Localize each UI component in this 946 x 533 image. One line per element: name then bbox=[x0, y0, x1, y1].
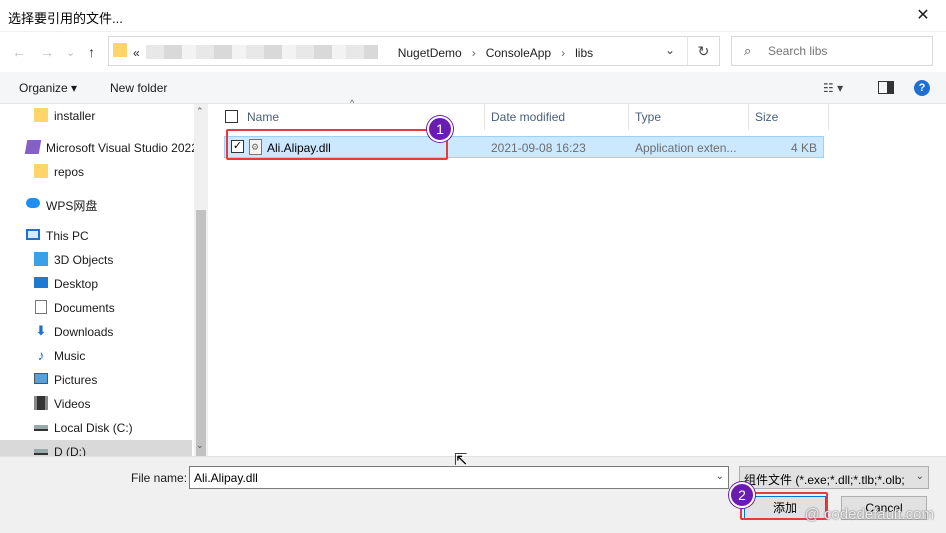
file-type-select[interactable]: 组件文件 (*.exe;*.dll;*.tlb;*.olb; ⌄ bbox=[739, 466, 929, 489]
sidebar-item-3d-objects[interactable]: 3D Objects bbox=[0, 248, 192, 272]
visual-studio-icon bbox=[24, 140, 42, 154]
column-type[interactable]: Type bbox=[629, 104, 749, 130]
file-name-label: File name: bbox=[131, 471, 188, 485]
folder-icon bbox=[34, 108, 48, 122]
column-size[interactable]: Size bbox=[749, 104, 829, 130]
sidebar-item-label: Documents bbox=[54, 301, 115, 315]
folder-icon bbox=[34, 164, 48, 178]
highlight-box-file bbox=[226, 129, 448, 160]
sidebar-item-label: WPS网盘 bbox=[46, 199, 98, 213]
sidebar-item-label: D (D:) bbox=[54, 445, 86, 456]
column-name-label: Name bbox=[247, 110, 280, 124]
sidebar-item-label: Desktop bbox=[54, 277, 99, 291]
window-title: 选择要引用的文件... bbox=[8, 11, 123, 26]
title-bar: 选择要引用的文件... ✕ bbox=[0, 0, 946, 32]
computer-icon bbox=[26, 229, 40, 240]
videos-icon bbox=[34, 396, 48, 410]
sidebar-scrollbar[interactable]: ⌃ ⌄ bbox=[194, 104, 208, 468]
preview-pane-icon[interactable] bbox=[878, 81, 894, 94]
sidebar-item-label: This PC bbox=[46, 229, 89, 243]
column-header: ^ Name Date modified Type Size bbox=[212, 98, 829, 130]
pictures-icon bbox=[34, 373, 48, 384]
documents-icon bbox=[35, 300, 47, 314]
select-all-checkbox[interactable] bbox=[225, 110, 238, 123]
sidebar-item-label: installer bbox=[54, 109, 96, 123]
sidebar-item-this-pc[interactable]: This PC bbox=[0, 224, 192, 248]
scroll-down-icon[interactable]: ⌄ bbox=[196, 440, 204, 451]
sidebar-item-music[interactable]: ♪ Music bbox=[0, 344, 192, 368]
command-toolbar: Organize ▾ New folder ☷ ▾ ? bbox=[0, 72, 946, 104]
sidebar-item-repos[interactable]: repos bbox=[0, 160, 192, 184]
chevron-down-icon[interactable]: ⌄ bbox=[916, 471, 924, 482]
download-icon: ⬇ bbox=[35, 323, 47, 338]
folder-icon bbox=[113, 43, 127, 57]
chevron-down-icon[interactable]: ⌄ bbox=[665, 43, 675, 57]
sidebar-item-label: repos bbox=[54, 165, 85, 179]
breadcrumb-consoleapp[interactable]: ConsoleApp bbox=[486, 46, 551, 60]
watermark: @ codedefault.com bbox=[804, 506, 934, 523]
address-bar[interactable]: « NugetDemo › ConsoleApp › libs ⌄ ↻ bbox=[108, 36, 720, 66]
search-box[interactable]: ⌕ bbox=[731, 36, 933, 66]
back-arrow-icon[interactable]: ← bbox=[12, 44, 26, 60]
chevron-right-icon[interactable]: › bbox=[472, 46, 476, 60]
sidebar-item-installer[interactable]: installer bbox=[0, 104, 192, 128]
file-name-input[interactable] bbox=[194, 470, 704, 486]
sidebar-item-wps[interactable]: WPS网盘 bbox=[0, 192, 192, 216]
file-type: Application exten... bbox=[635, 141, 737, 155]
desktop-icon bbox=[34, 277, 48, 288]
sidebar-item-label: Videos bbox=[54, 397, 91, 411]
step-badge-2: 2 bbox=[729, 482, 755, 508]
sidebar-item-label: Local Disk (C:) bbox=[54, 421, 133, 435]
sidebar-item-d-drive[interactable]: D (D:) bbox=[0, 440, 192, 456]
new-folder-button[interactable]: New folder bbox=[110, 81, 167, 95]
mouse-cursor-icon: ⇱ bbox=[454, 452, 468, 469]
refresh-icon[interactable]: ↻ bbox=[687, 37, 719, 65]
column-size-label: Size bbox=[755, 110, 779, 124]
cube-icon bbox=[34, 252, 48, 266]
up-arrow-icon[interactable]: ↑ bbox=[88, 44, 95, 60]
forward-arrow-icon[interactable]: → bbox=[40, 44, 54, 60]
sidebar-item-downloads[interactable]: ⬇ Downloads bbox=[0, 320, 192, 344]
file-type-value: 组件文件 (*.exe;*.dll;*.tlb;*.olb; bbox=[744, 473, 905, 487]
cloud-icon bbox=[26, 198, 40, 208]
view-options-icon[interactable]: ☷ ▾ bbox=[823, 81, 843, 95]
search-input[interactable] bbox=[768, 43, 918, 59]
close-icon[interactable]: ✕ bbox=[900, 0, 946, 32]
breadcrumb-libs[interactable]: libs bbox=[575, 46, 593, 60]
sidebar-item-desktop[interactable]: Desktop bbox=[0, 272, 192, 296]
organize-button[interactable]: Organize ▾ bbox=[19, 81, 77, 95]
recent-locations-icon[interactable]: ⌄ bbox=[66, 46, 75, 59]
obscured-path bbox=[145, 45, 378, 59]
drive-icon bbox=[34, 425, 48, 431]
sidebar-item-label: Downloads bbox=[54, 325, 114, 339]
step-badge-1: 1 bbox=[427, 116, 453, 142]
sidebar-item-visual-studio[interactable]: Microsoft Visual Studio 2022 bbox=[0, 136, 198, 160]
sidebar-item-local-disk-c[interactable]: Local Disk (C:) bbox=[0, 416, 192, 440]
file-date: 2021-09-08 16:23 bbox=[491, 141, 586, 155]
chevron-down-icon[interactable]: ⌄ bbox=[716, 471, 724, 482]
chevron-right-icon[interactable]: › bbox=[561, 46, 565, 60]
scrollbar-thumb[interactable] bbox=[196, 210, 206, 468]
scroll-up-icon[interactable]: ⌃ bbox=[196, 106, 204, 117]
drive-icon bbox=[34, 449, 48, 455]
breadcrumb-nugetdemo[interactable]: NugetDemo bbox=[398, 46, 462, 60]
help-icon[interactable]: ? bbox=[914, 80, 930, 96]
sidebar-item-pictures[interactable]: Pictures bbox=[0, 368, 192, 392]
column-date-modified[interactable]: Date modified bbox=[485, 104, 629, 130]
breadcrumb: « NugetDemo › ConsoleApp › libs bbox=[133, 45, 603, 60]
breadcrumb-overflow[interactable]: « bbox=[133, 46, 140, 60]
column-type-label: Type bbox=[635, 110, 662, 124]
sidebar-item-videos[interactable]: Videos bbox=[0, 392, 192, 416]
column-date-label: Date modified bbox=[491, 110, 566, 124]
sidebar-item-label: Microsoft Visual Studio 2022 bbox=[46, 141, 198, 155]
navigation-pane: installer Microsoft Visual Studio 2022 r… bbox=[0, 104, 208, 456]
sidebar-item-documents[interactable]: Documents bbox=[0, 296, 192, 320]
file-size: 4 KB bbox=[790, 141, 817, 155]
sidebar-item-label: Pictures bbox=[54, 373, 98, 387]
sidebar-item-label: 3D Objects bbox=[54, 253, 114, 267]
music-icon: ♪ bbox=[37, 347, 45, 363]
search-icon: ⌕ bbox=[744, 43, 752, 58]
sidebar-item-label: Music bbox=[54, 349, 86, 363]
